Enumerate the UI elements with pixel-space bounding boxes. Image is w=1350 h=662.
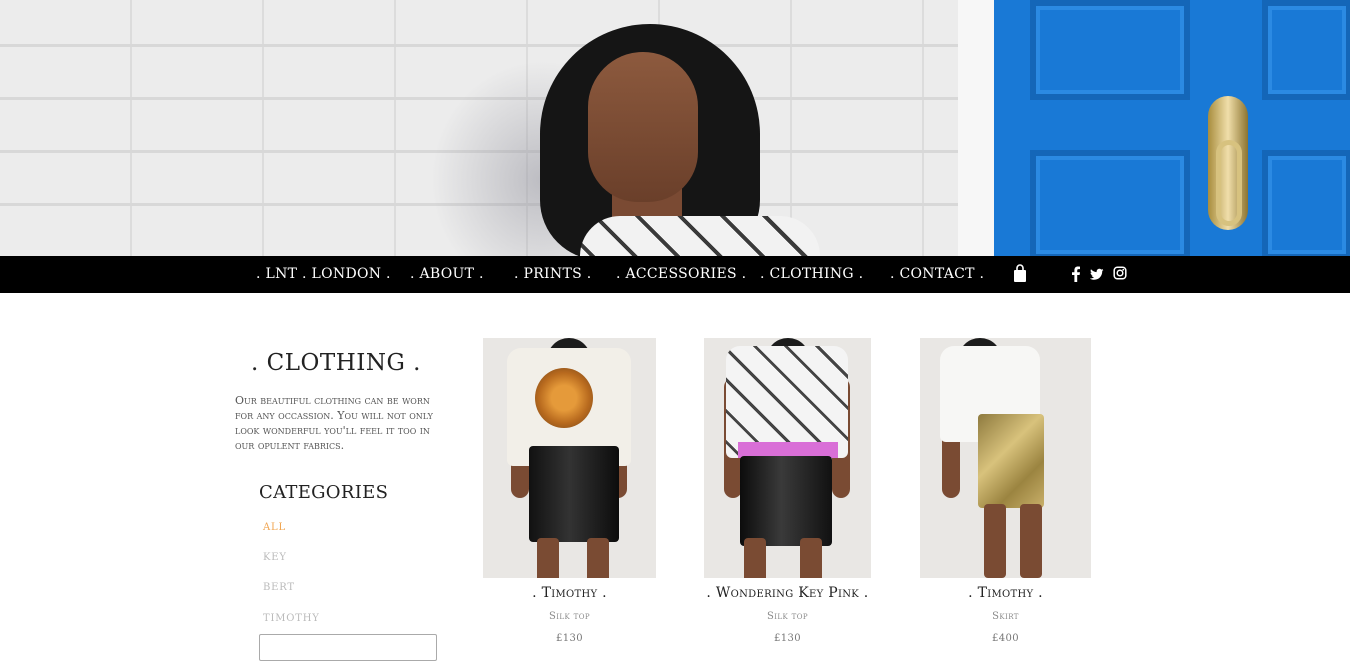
shopping-bag-icon[interactable] <box>1013 264 1027 284</box>
door-panel <box>1262 0 1350 100</box>
product-price: £130 <box>773 633 802 644</box>
nav-item-contact[interactable]: . CONTACT . <box>890 256 984 293</box>
product-image[interactable] <box>704 338 871 578</box>
product-type: Silk top <box>767 611 808 622</box>
model-leg <box>800 538 822 578</box>
page-intro-text: Our beautiful clothing can be worn for a… <box>235 394 433 452</box>
model-leg <box>587 538 609 578</box>
hero-model-top <box>580 216 820 256</box>
product-price: £400 <box>991 633 1020 644</box>
twitter-icon[interactable] <box>1089 264 1104 284</box>
category-key[interactable]: KEY <box>263 552 287 563</box>
model-skirt <box>529 446 619 542</box>
nav-item-clothing[interactable]: . CLOTHING . <box>760 256 863 293</box>
hero-door-frame <box>958 0 994 256</box>
nav-item-home[interactable]: . LNT . LONDON . <box>256 256 391 293</box>
category-all[interactable]: ALL <box>263 522 286 533</box>
nav-item-prints[interactable]: . PRINTS . <box>514 256 591 293</box>
model-skirt <box>740 456 832 546</box>
door-panel <box>1262 150 1350 256</box>
category-timothy[interactable]: TIMOTHY <box>263 613 320 624</box>
tiger-print <box>535 368 593 428</box>
door-panel <box>1030 150 1190 256</box>
product-price: £130 <box>555 633 584 644</box>
facebook-icon[interactable] <box>1071 264 1081 284</box>
search-input[interactable] <box>259 634 437 661</box>
hero-banner <box>0 0 1350 256</box>
model-gold-skirt <box>978 414 1044 508</box>
product-image[interactable] <box>483 338 656 578</box>
instagram-icon[interactable] <box>1113 264 1127 284</box>
door-knocker-ring <box>1216 140 1242 226</box>
product-name[interactable]: . Timothy . <box>483 585 656 601</box>
categories-heading: CATEGORIES <box>259 482 389 503</box>
product-type: Skirt <box>992 611 1019 622</box>
model-leg <box>537 538 559 578</box>
page-title: . CLOTHING . <box>251 350 421 376</box>
hero-model-face <box>588 52 698 202</box>
product-image[interactable] <box>920 338 1091 578</box>
product-type: Silk top <box>549 611 590 622</box>
product-name[interactable]: . Wondering Key Pink . <box>704 585 871 601</box>
nav-item-accessories[interactable]: . ACCESSORIES . <box>616 256 746 293</box>
door-panel <box>1030 0 1190 100</box>
model-leg <box>984 504 1006 578</box>
model-leg <box>744 538 766 578</box>
nav-item-about[interactable]: . ABOUT . <box>410 256 484 293</box>
category-bert[interactable]: BERT <box>263 582 295 593</box>
model-leg <box>1020 504 1042 578</box>
main-nav: . LNT . LONDON . . ABOUT . . PRINTS . . … <box>0 256 1350 293</box>
product-name[interactable]: . Timothy . <box>920 585 1091 601</box>
